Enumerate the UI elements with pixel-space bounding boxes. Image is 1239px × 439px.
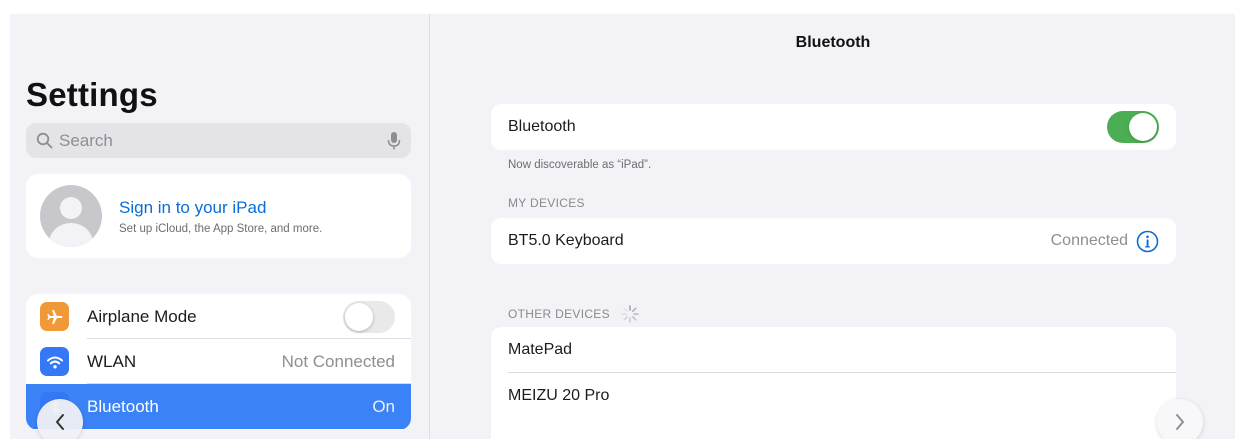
sidebar-item-wlan[interactable]: WLAN Not Connected <box>26 339 411 384</box>
loading-spinner-icon <box>621 305 639 323</box>
chevron-left-icon <box>56 414 64 430</box>
settings-list: Airplane Mode WLAN Not Connected Bluetoo… <box>26 294 411 430</box>
my-devices-header: MY DEVICES <box>508 196 585 210</box>
device-name: MEIZU 20 Pro <box>508 387 610 404</box>
sidebar-item-label: Bluetooth <box>87 396 159 416</box>
sign-in-card[interactable]: Sign in to your iPad Set up iCloud, the … <box>26 174 411 258</box>
page-title: Bluetooth <box>795 34 871 51</box>
avatar <box>40 185 102 247</box>
other-devices-list: MatePad MEIZU 20 Pro <box>491 327 1176 439</box>
wlan-status: Not Connected <box>281 351 395 371</box>
section-header-label: MY DEVICES <box>508 196 585 210</box>
chevron-right-icon <box>1176 414 1184 430</box>
sidebar-item-label: Airplane Mode <box>87 306 197 326</box>
bluetooth-status: On <box>372 396 395 416</box>
sidebar-item-airplane-mode[interactable]: Airplane Mode <box>26 294 411 339</box>
sidebar-item-bluetooth[interactable]: Bluetooth On <box>26 384 411 429</box>
device-status: Connected <box>1050 232 1128 249</box>
bluetooth-toggle-row: Bluetooth <box>491 104 1176 150</box>
wifi-icon <box>40 347 69 376</box>
device-name: MatePad <box>508 341 573 358</box>
other-devices-header: OTHER DEVICES <box>508 304 640 324</box>
device-row-matepad[interactable]: MatePad <box>491 327 1176 373</box>
sign-in-title: Sign in to your iPad <box>119 197 267 217</box>
discoverable-note: Now discoverable as “iPad”. <box>508 159 652 171</box>
bluetooth-detail-pane: Bluetooth Bluetooth Now discoverable as … <box>431 14 1235 439</box>
search-input[interactable]: Search <box>59 131 387 151</box>
device-name: BT5.0 Keyboard <box>508 232 624 249</box>
back-button[interactable] <box>37 399 83 439</box>
search-field[interactable]: Search <box>26 123 411 158</box>
sign-in-subtitle: Set up iCloud, the App Store, and more. <box>119 222 323 235</box>
info-icon[interactable] <box>1136 230 1159 253</box>
airplane-mode-toggle[interactable] <box>343 300 395 333</box>
ipad-screen: Settings Search Sign in to your iPad Set… <box>10 14 1235 439</box>
bluetooth-toggle[interactable] <box>1107 111 1159 143</box>
airplane-icon <box>40 302 69 331</box>
forward-button[interactable] <box>1157 399 1203 439</box>
microphone-icon[interactable] <box>387 131 401 151</box>
device-row-bt5-keyboard[interactable]: BT5.0 Keyboard Connected <box>491 218 1176 264</box>
magnifier-icon <box>36 132 53 149</box>
device-row-meizu-20-pro[interactable]: MEIZU 20 Pro <box>491 373 1176 419</box>
sidebar-title: Settings <box>26 76 158 113</box>
bluetooth-toggle-card: Bluetooth <box>491 104 1176 150</box>
section-header-label: OTHER DEVICES <box>508 307 610 321</box>
my-devices-list: BT5.0 Keyboard Connected <box>491 218 1176 264</box>
sidebar-item-label: WLAN <box>87 351 137 371</box>
bluetooth-label: Bluetooth <box>508 118 576 135</box>
settings-sidebar: Settings Search Sign in to your iPad Set… <box>10 14 430 439</box>
